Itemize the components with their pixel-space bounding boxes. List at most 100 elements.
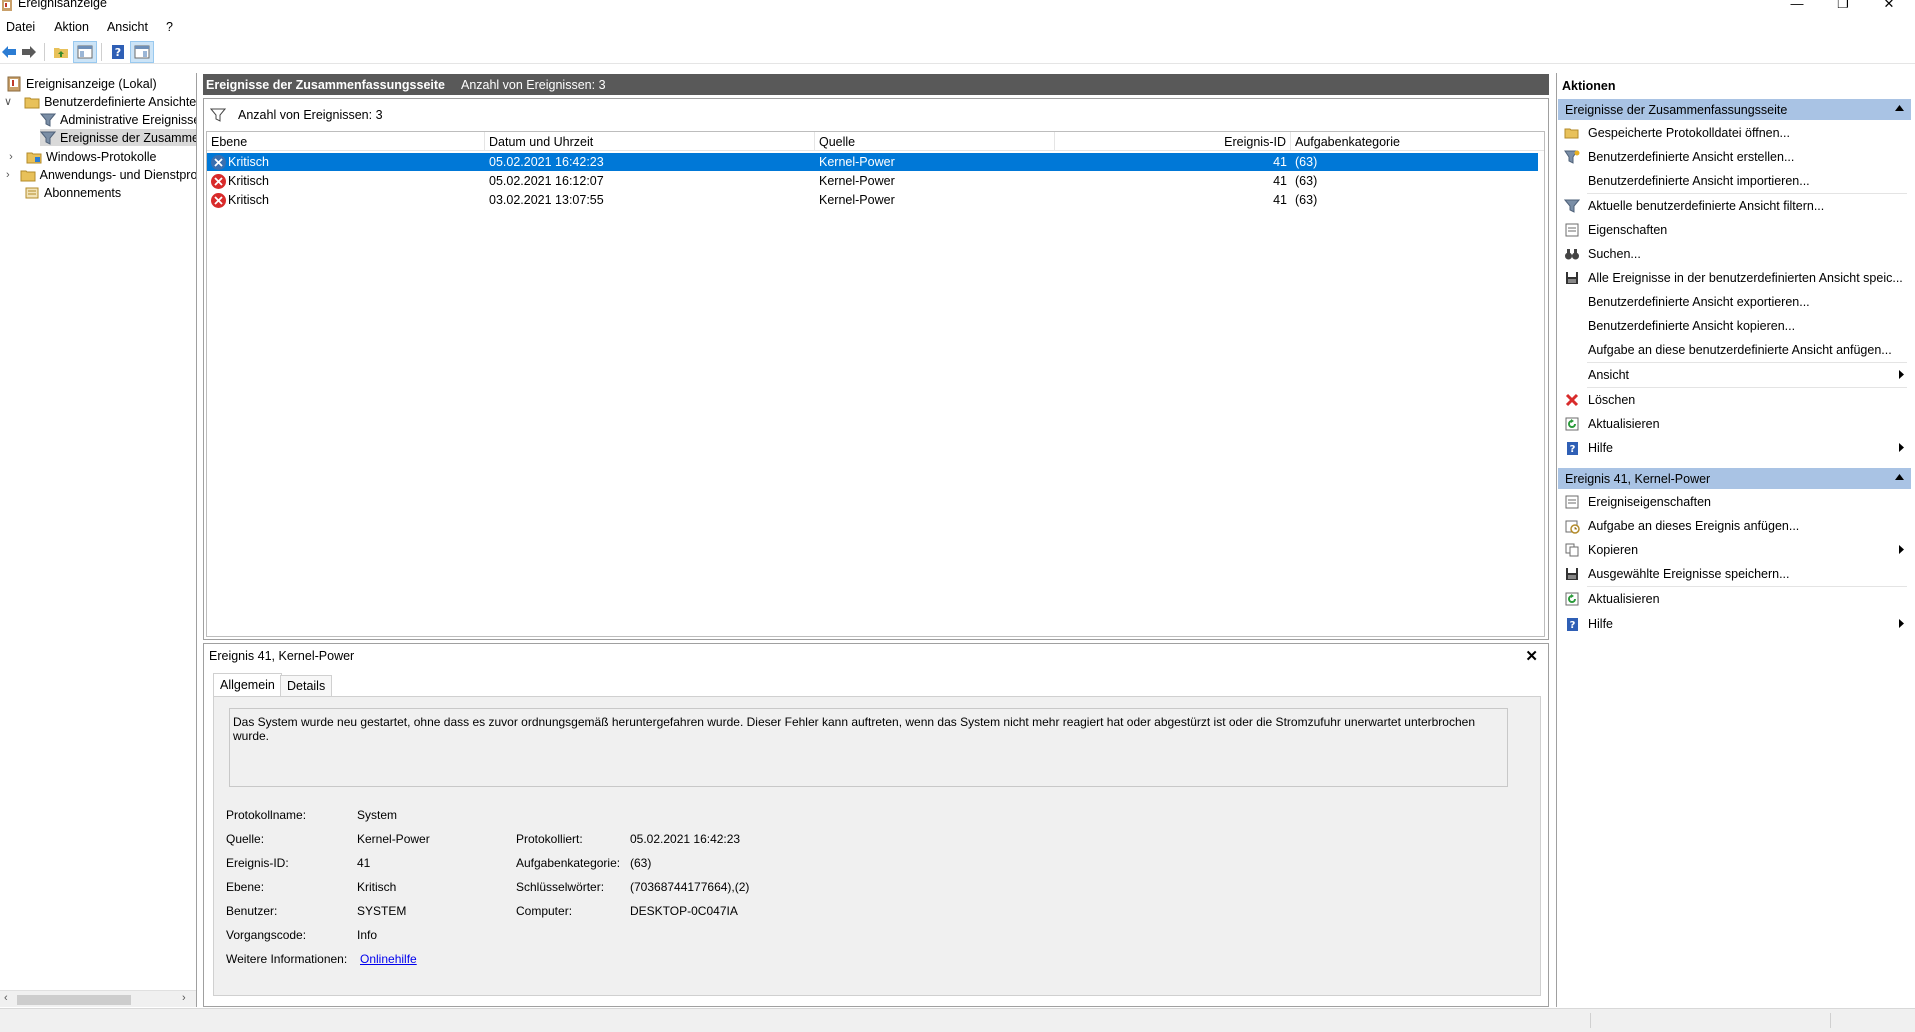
tree-item-custom-views[interactable]: ∨ Benutzerdefinierte Ansichten: [4, 93, 196, 110]
action-filter-current-view[interactable]: Aktuelle benutzerdefinierte Ansicht filt…: [1564, 196, 1904, 216]
action-label: Alle Ereignisse in der benutzerdefiniert…: [1588, 271, 1903, 285]
column-header-event-id[interactable]: Ereignis-ID: [1055, 132, 1291, 151]
tree-item-label: Benutzerdefinierte Ansichten: [44, 94, 196, 109]
divider: [1587, 586, 1907, 587]
tree-item-windows-logs[interactable]: › Windows-Protokolle: [6, 148, 196, 165]
column-header-datetime[interactable]: Datum und Uhrzeit: [485, 132, 815, 151]
action-create-custom-view[interactable]: Benutzerdefinierte Ansicht erstellen...: [1564, 147, 1904, 167]
action-attach-task-event[interactable]: Aufgabe an dieses Ereignis anfügen...: [1564, 516, 1904, 536]
table-row[interactable]: Kritisch 03.02.2021 13:07:55 Kernel-Powe…: [207, 191, 1538, 209]
tree-horizontal-scrollbar[interactable]: ‹ ›: [0, 990, 196, 1007]
action-find[interactable]: Suchen...: [1564, 244, 1904, 264]
value-computer[interactable]: DESKTOP-0C047IA: [630, 904, 738, 918]
value-quelle[interactable]: Kernel-Power: [357, 832, 430, 846]
value-vorgangscode[interactable]: Info: [357, 928, 377, 942]
label-benutzer: Benutzer:: [226, 904, 278, 918]
tree-item-summary-events[interactable]: Ereignisse der Zusammenfassungsseite: [40, 129, 196, 146]
table-header: Ebene Datum und Uhrzeit Quelle Ereignis-…: [207, 132, 1544, 151]
value-protokollname[interactable]: System: [357, 808, 397, 822]
actions-section-event[interactable]: Ereignis 41, Kernel-Power: [1558, 468, 1911, 489]
action-label: Aktualisieren: [1588, 592, 1660, 606]
chevron-right-icon[interactable]: ›: [6, 169, 10, 181]
show-hide-actions-button[interactable]: [130, 40, 154, 63]
section-title: Ereignis 41, Kernel-Power: [1565, 471, 1711, 486]
help-icon: ?: [1564, 616, 1580, 632]
scrollbar-thumb[interactable]: [17, 995, 131, 1005]
help-button[interactable]: ?: [106, 41, 130, 63]
value-ereignis-id[interactable]: 41: [357, 856, 370, 870]
action-export-custom-view[interactable]: Benutzerdefinierte Ansicht exportieren..…: [1564, 292, 1904, 312]
divider: [1587, 387, 1907, 388]
value-benutzer[interactable]: SYSTEM: [357, 904, 406, 918]
tree-item-label: Administrative Ereignisse: [60, 112, 196, 127]
table-row[interactable]: Kritisch 05.02.2021 16:42:23 Kernel-Powe…: [207, 153, 1538, 171]
forward-button[interactable]: [18, 41, 40, 63]
close-window-button[interactable]: ✕: [1866, 0, 1912, 12]
event-viewer-app-icon: [1, 0, 13, 11]
menu-aktion[interactable]: Aktion: [54, 20, 96, 34]
action-view-submenu[interactable]: Ansicht: [1564, 365, 1904, 385]
online-help-link[interactable]: Onlinehilfe: [360, 952, 417, 966]
collapse-up-icon[interactable]: [1895, 105, 1904, 111]
tree-item-app-service-logs[interactable]: › Anwendungs- und Dienstprotokolle: [6, 166, 196, 183]
up-folder-button[interactable]: [49, 41, 73, 63]
value-schluesselwoerter[interactable]: (70368744177664),(2): [630, 880, 749, 894]
value-aufgabenkategorie[interactable]: (63): [630, 856, 651, 870]
table-row[interactable]: Kritisch 05.02.2021 16:12:07 Kernel-Powe…: [207, 172, 1538, 190]
cell-datetime: 05.02.2021 16:42:23: [489, 155, 604, 169]
column-header-source[interactable]: Quelle: [815, 132, 1055, 151]
action-import-custom-view[interactable]: Benutzerdefinierte Ansicht importieren..…: [1564, 171, 1904, 191]
action-copy-custom-view[interactable]: Benutzerdefinierte Ansicht kopieren...: [1564, 316, 1904, 336]
restore-button[interactable]: ❐: [1820, 0, 1866, 12]
tree-item-admin-events[interactable]: Administrative Ereignisse: [40, 111, 196, 128]
tree-item-root[interactable]: Ereignisanzeige (Lokal): [6, 75, 157, 92]
collapse-up-icon[interactable]: [1895, 474, 1904, 480]
action-save-all-events[interactable]: Alle Ereignisse in der benutzerdefiniert…: [1564, 268, 1904, 288]
action-attach-task-view[interactable]: Aufgabe an diese benutzerdefinierte Ansi…: [1564, 340, 1904, 360]
cell-level-text: Kritisch: [228, 193, 269, 207]
action-delete[interactable]: Löschen: [1564, 390, 1904, 410]
chevron-down-icon[interactable]: ∨: [4, 95, 12, 108]
column-header-level[interactable]: Ebene: [207, 132, 485, 151]
menu-ansicht[interactable]: Ansicht: [107, 20, 155, 34]
back-button[interactable]: [0, 41, 18, 63]
delete-x-icon: [1564, 392, 1580, 408]
label-schluesselwoerter: Schlüsselwörter:: [516, 880, 605, 894]
cell-datetime: 03.02.2021 13:07:55: [489, 193, 604, 207]
cell-task-category: (63): [1295, 174, 1318, 188]
minimize-button[interactable]: —: [1774, 0, 1820, 12]
action-label: Löschen: [1588, 393, 1636, 407]
column-header-task-category[interactable]: Aufgabenkategorie: [1291, 132, 1451, 151]
scroll-right-icon[interactable]: ›: [182, 992, 186, 1004]
chevron-right-icon[interactable]: ›: [6, 151, 16, 163]
value-protokolliert[interactable]: 05.02.2021 16:42:23: [630, 832, 740, 846]
actions-section-view[interactable]: Ereignisse der Zusammenfassungsseite: [1558, 99, 1911, 120]
action-copy-submenu[interactable]: Kopieren: [1564, 540, 1904, 560]
label-quelle: Quelle:: [226, 832, 265, 846]
cell-task-category: (63): [1295, 193, 1318, 207]
tab-allgemein[interactable]: Allgemein: [213, 673, 282, 697]
tree-item-subscriptions[interactable]: Abonnements: [24, 184, 196, 201]
menu-help[interactable]: ?: [166, 20, 180, 34]
action-event-properties[interactable]: Ereigniseigenschaften: [1564, 492, 1904, 512]
action-refresh-event[interactable]: Aktualisieren: [1564, 589, 1904, 609]
value-ebene[interactable]: Kritisch: [357, 880, 396, 894]
tree-item-label: Abonnements: [44, 185, 122, 200]
action-label: Eigenschaften: [1588, 223, 1668, 237]
event-description[interactable]: Das System wurde neu gestartet, ohne das…: [229, 708, 1508, 787]
action-save-selected-events[interactable]: Ausgewählte Ereignisse speichern...: [1564, 564, 1904, 584]
task-clock-icon: [1564, 518, 1580, 534]
action-properties[interactable]: Eigenschaften: [1564, 220, 1904, 240]
show-hide-tree-button[interactable]: [73, 40, 97, 63]
action-open-saved-log[interactable]: Gespeicherte Protokolldatei öffnen...: [1564, 123, 1904, 143]
close-detail-icon[interactable]: ✕: [1525, 647, 1538, 665]
menu-datei[interactable]: Datei: [6, 20, 42, 34]
action-refresh[interactable]: Aktualisieren: [1564, 414, 1904, 434]
scroll-left-icon[interactable]: ‹: [4, 992, 8, 1004]
action-help-event-submenu[interactable]: ? Hilfe: [1564, 614, 1904, 634]
detail-general-panel: Das System wurde neu gestartet, ohne das…: [213, 696, 1541, 996]
action-help-submenu[interactable]: ? Hilfe: [1564, 438, 1904, 458]
tab-details[interactable]: Details: [280, 675, 333, 697]
svg-text:?: ?: [1569, 444, 1575, 455]
status-divider: [1590, 1013, 1591, 1028]
